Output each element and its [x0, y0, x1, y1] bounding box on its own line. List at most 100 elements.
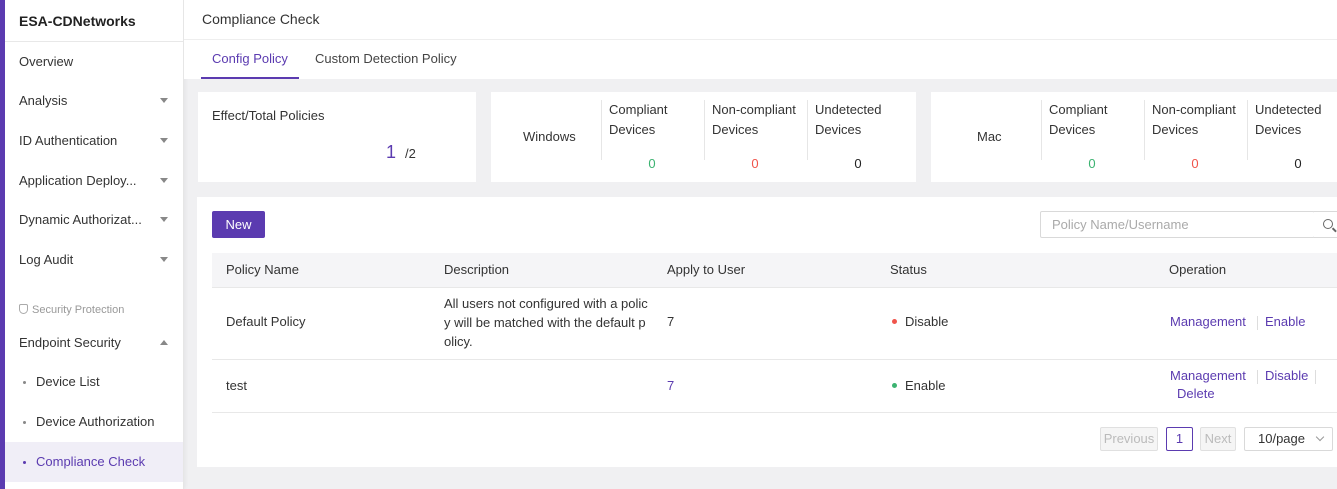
tab-config-policy[interactable]: Config Policy — [201, 40, 299, 79]
sidebar-item-label: Analysis — [19, 93, 68, 108]
search-button[interactable] — [1314, 211, 1337, 238]
disable-link[interactable]: Disable — [1265, 368, 1308, 383]
description-cell: All users not configured with a polic y … — [444, 294, 659, 351]
table-header: Policy Name Description Apply to User St… — [212, 253, 1337, 288]
status-dot-icon — [892, 383, 897, 388]
mac-stats-card: Mac Compliant Devices Non-compliant Devi… — [931, 92, 1337, 182]
stat-header-line: Undetected — [815, 102, 882, 117]
description-line: olicy. — [444, 334, 473, 349]
apply-to-user-cell[interactable]: 7 — [667, 378, 674, 393]
stat-header-line: Compliant — [609, 102, 668, 117]
status-cell: Disable — [892, 314, 948, 329]
search-icon — [1323, 219, 1333, 229]
column-header-status: Status — [890, 262, 927, 277]
mac-noncompliant-value: 0 — [1191, 156, 1199, 171]
summary-title: Effect/Total Policies — [212, 108, 325, 123]
sidebar-subitem-label: Device Authorization — [36, 414, 155, 429]
stat-header-line: Devices — [712, 122, 759, 137]
status-label: Disable — [905, 314, 949, 329]
status-dot-icon — [892, 319, 897, 324]
stat-header-line: Undetected — [1255, 102, 1322, 117]
sidebar-item-endpoint-security[interactable]: Endpoint Security — [5, 323, 183, 363]
os-label-windows: Windows — [523, 129, 576, 144]
search-input[interactable] — [1040, 211, 1315, 238]
sidebar-group-security-protection: Security Protection — [5, 300, 183, 320]
sidebar-item-label: Log Audit — [19, 252, 74, 267]
apply-to-user-cell: 7 — [667, 314, 675, 329]
noncompliant-devices-header: Non-compliant Devices — [704, 100, 807, 160]
windows-undetected-value: 0 — [854, 156, 862, 171]
brand-title: ESA-CDNetworks — [5, 0, 183, 42]
summary-card: Effect/Total Policies 1 /2 — [198, 92, 476, 182]
bullet-icon — [23, 461, 26, 464]
page-title: Compliance Check — [184, 0, 1337, 40]
chevron-down-icon — [160, 138, 168, 143]
sidebar-item-log-audit[interactable]: Log Audit — [5, 240, 183, 280]
stat-header-line: Compliant — [1049, 102, 1108, 117]
shield-icon — [19, 304, 28, 314]
sidebar-item-label: ID Authentication — [19, 133, 118, 148]
status-cell: Enable — [892, 378, 945, 393]
windows-compliant-value: 0 — [648, 156, 656, 171]
tab-custom-detection-policy[interactable]: Custom Detection Policy — [304, 40, 468, 79]
sidebar-item-analysis[interactable]: Analysis — [5, 81, 183, 121]
page-size-label: 10/page — [1258, 431, 1305, 446]
enable-link[interactable]: Enable — [1265, 314, 1305, 329]
stat-header-line: Non-compliant — [1152, 102, 1236, 117]
operation-separator — [1257, 370, 1258, 384]
stat-header-line: Devices — [609, 122, 656, 137]
compliant-devices-header: Compliant Devices — [601, 100, 704, 160]
bullet-icon — [23, 421, 26, 424]
effect-policies-count: 1 — [386, 142, 397, 162]
chevron-down-icon — [160, 257, 168, 262]
chevron-down-icon — [1315, 432, 1325, 442]
operation-separator — [1315, 370, 1316, 384]
compliant-devices-header: Compliant Devices — [1041, 100, 1144, 160]
sidebar-item-overview[interactable]: Overview — [5, 42, 183, 82]
sidebar-item-id-authentication[interactable]: ID Authentication — [5, 121, 183, 161]
windows-noncompliant-value: 0 — [751, 156, 759, 171]
total-policies-count: /2 — [405, 146, 416, 161]
delete-link[interactable]: Delete — [1177, 386, 1215, 401]
new-policy-button[interactable]: New — [212, 211, 265, 238]
mac-undetected-value: 0 — [1294, 156, 1302, 171]
sidebar-subitem-device-list[interactable]: Device List — [5, 362, 183, 402]
undetected-devices-header: Undetected Devices — [807, 100, 916, 160]
management-link[interactable]: Management — [1170, 368, 1246, 383]
status-label: Enable — [905, 378, 946, 393]
management-link[interactable]: Management — [1170, 314, 1246, 329]
stat-header-line: Devices — [815, 122, 862, 137]
sidebar-subitem-device-authorization[interactable]: Device Authorization — [5, 402, 183, 442]
windows-stats-card: Windows Compliant Devices Non-compliant … — [491, 92, 916, 182]
sidebar: ESA-CDNetworks Overview Analysis ID Auth… — [0, 0, 184, 489]
sidebar-item-application-deploy[interactable]: Application Deploy... — [5, 161, 183, 201]
table-row: test 7 Enable Management Disable Delete — [212, 360, 1337, 413]
policy-panel: New Policy Name Description Apply to Use… — [197, 197, 1337, 467]
sidebar-subitem-compliance-check[interactable]: Compliance Check — [5, 442, 183, 482]
chevron-down-icon — [160, 217, 168, 222]
description-line: y will be matched with the default p — [444, 315, 646, 330]
column-header-policy-name: Policy Name — [226, 262, 299, 277]
column-header-description: Description — [444, 262, 510, 277]
chevron-down-icon — [160, 98, 168, 103]
next-page-button[interactable]: Next — [1200, 427, 1236, 451]
mac-compliant-value: 0 — [1088, 156, 1096, 171]
undetected-devices-header: Undetected Devices — [1247, 100, 1337, 160]
column-header-operation: Operation — [1169, 262, 1227, 277]
sidebar-item-dynamic-authorization[interactable]: Dynamic Authorizat... — [5, 200, 183, 240]
stat-header-line: Devices — [1049, 122, 1096, 137]
operation-separator — [1257, 316, 1258, 330]
bullet-icon — [23, 381, 26, 384]
page-size-select[interactable]: 10/page — [1244, 427, 1333, 451]
chevron-up-icon — [160, 340, 168, 345]
tab-bar: Config Policy Custom Detection Policy — [184, 40, 1337, 79]
sidebar-item-label: Overview — [19, 54, 74, 69]
stat-header-line: Devices — [1255, 122, 1302, 137]
column-header-apply-to-user: Apply to User — [667, 262, 746, 277]
sidebar-item-label: Dynamic Authorizat... — [19, 212, 142, 227]
policy-name-cell: Default Policy — [226, 314, 306, 329]
previous-page-button[interactable]: Previous — [1100, 427, 1158, 451]
sidebar-group-label: Security Protection — [32, 304, 125, 316]
page-number-button[interactable]: 1 — [1166, 427, 1193, 451]
stat-header-line: Devices — [1152, 122, 1199, 137]
